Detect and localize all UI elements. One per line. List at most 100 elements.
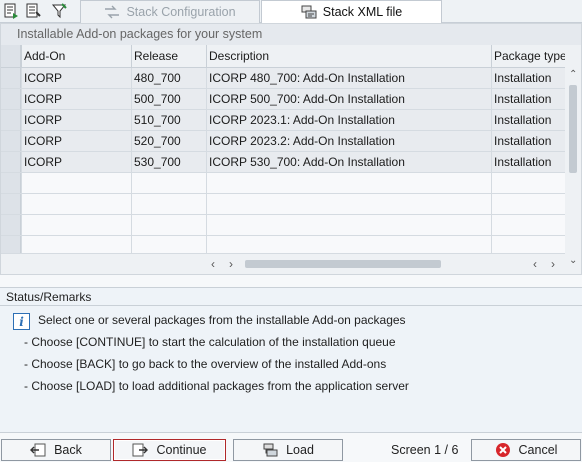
status-message: - Choose [LOAD] to load additional packa…: [24, 379, 409, 393]
scroll-right-end-icon[interactable]: ›: [551, 257, 555, 271]
horizontal-scrollbar[interactable]: ‹ › ‹ ›: [205, 256, 565, 272]
load-button[interactable]: Load: [233, 439, 343, 461]
cell-description: ICORP 2023.1: Add-On Installation: [206, 110, 491, 130]
cell-release: 480_700: [131, 68, 206, 88]
cell-release: 530_700: [131, 152, 206, 172]
row-selector: [1, 236, 21, 253]
scroll-left-end-icon[interactable]: ‹: [533, 257, 537, 271]
empty-cell: [21, 194, 131, 214]
empty-row: [1, 215, 565, 236]
top-toolbar: Stack Configuration Stack XML file: [0, 0, 582, 23]
table-row[interactable]: ICORP 480_700 ICORP 480_700: Add-On Inst…: [1, 68, 565, 89]
table-row[interactable]: ICORP 530_700 ICORP 530_700: Add-On Inst…: [1, 152, 565, 173]
divider: [0, 305, 582, 306]
cell-release: 500_700: [131, 89, 206, 109]
empty-row: [1, 173, 565, 194]
empty-cell: [206, 173, 491, 193]
cell-addon: ICORP: [21, 152, 131, 172]
status-remarks-panel: Status/Remarks i Select one or several p…: [0, 287, 582, 433]
cell-addon: ICORP: [21, 110, 131, 130]
row-selector[interactable]: [1, 110, 21, 130]
empty-cell: [206, 236, 491, 253]
scroll-right-icon[interactable]: ›: [229, 257, 233, 271]
scroll-down-icon[interactable]: ⌄: [569, 255, 577, 266]
cell-release: 520_700: [131, 131, 206, 151]
scroll-up-icon[interactable]: ⌃: [569, 69, 577, 80]
row-selector: [1, 173, 21, 193]
empty-cell: [21, 236, 131, 253]
xml-file-icon: [301, 5, 317, 19]
cell-description: ICORP 480_700: Add-On Installation: [206, 68, 491, 88]
back-label: Back: [54, 443, 82, 457]
column-header-package-type[interactable]: Package type: [491, 45, 565, 67]
vertical-scroll-thumb[interactable]: [569, 85, 577, 173]
back-arrow-icon: [30, 443, 46, 457]
cell-description: ICORP 500_700: Add-On Installation: [206, 89, 491, 109]
cancel-icon: [495, 443, 510, 457]
tab-stack-xml-file[interactable]: Stack XML file: [261, 0, 442, 23]
filter-icon[interactable]: [51, 2, 69, 20]
continue-arrow-icon: [132, 443, 149, 457]
footer-bar: Back Continue Load Screen 1 / 6 Cancel: [0, 437, 582, 462]
column-header-addon[interactable]: Add-On: [21, 45, 131, 67]
cell-package-type: Installation: [491, 68, 565, 88]
table-row[interactable]: ICORP 520_700 ICORP 2023.2: Add-On Insta…: [1, 131, 565, 152]
row-selector[interactable]: [1, 152, 21, 172]
cell-package-type: Installation: [491, 110, 565, 130]
continue-button[interactable]: Continue: [113, 439, 226, 461]
empty-cell: [491, 236, 565, 253]
tab-label: Stack XML file: [322, 5, 403, 19]
empty-row: [1, 194, 565, 215]
status-title: Status/Remarks: [6, 290, 92, 304]
empty-cell: [21, 173, 131, 193]
load-server-icon: [263, 443, 278, 457]
cell-description: ICORP 2023.2: Add-On Installation: [206, 131, 491, 151]
cell-package-type: Installation: [491, 89, 565, 109]
cell-addon: ICORP: [21, 131, 131, 151]
export-list-icon[interactable]: [3, 2, 21, 20]
tab-label: Stack Configuration: [126, 5, 236, 19]
cell-package-type: Installation: [491, 131, 565, 151]
status-message: - Choose [BACK] to go back to the overvi…: [24, 357, 387, 371]
empty-row: [1, 236, 565, 254]
status-message: Select one or several packages from the …: [38, 313, 406, 327]
row-selector[interactable]: [1, 131, 21, 151]
row-selector[interactable]: [1, 89, 21, 109]
row-selector[interactable]: [1, 68, 21, 88]
empty-cell: [491, 194, 565, 214]
scroll-left-icon[interactable]: ‹: [211, 257, 215, 271]
vertical-scrollbar[interactable]: ⌃ ⌄: [565, 45, 581, 273]
table-row[interactable]: ICORP 510_700 ICORP 2023.1: Add-On Insta…: [1, 110, 565, 131]
cell-package-type: Installation: [491, 152, 565, 172]
row-selector: [1, 215, 21, 235]
status-message: - Choose [CONTINUE] to start the calcula…: [24, 335, 396, 349]
column-header-description[interactable]: Description: [206, 45, 491, 67]
tab-stack-configuration[interactable]: Stack Configuration: [80, 0, 260, 23]
empty-cell: [131, 194, 206, 214]
table-title: Installable Add-on packages for your sys…: [1, 24, 581, 45]
cell-release: 510_700: [131, 110, 206, 130]
row-selector: [1, 194, 21, 214]
document-details-icon[interactable]: [24, 2, 42, 20]
empty-cell: [206, 194, 491, 214]
back-button[interactable]: Back: [1, 439, 111, 461]
cell-addon: ICORP: [21, 89, 131, 109]
select-all-corner[interactable]: [1, 45, 21, 67]
load-label: Load: [286, 443, 314, 457]
cancel-label: Cancel: [518, 443, 558, 457]
cancel-button[interactable]: Cancel: [471, 439, 581, 461]
cell-addon: ICORP: [21, 68, 131, 88]
empty-cell: [491, 215, 565, 235]
continue-label: Continue: [156, 443, 207, 457]
column-header-release[interactable]: Release: [131, 45, 206, 67]
stack-arrows-icon: [105, 5, 120, 19]
table-header: Add-On Release Description Package type: [1, 45, 565, 68]
cell-description: ICORP 530_700: Add-On Installation: [206, 152, 491, 172]
screen-counter: Screen 1 / 6: [391, 443, 459, 457]
table-row[interactable]: ICORP 500_700 ICORP 500_700: Add-On Inst…: [1, 89, 565, 110]
addon-packages-table: Installable Add-on packages for your sys…: [0, 23, 582, 275]
horizontal-scroll-thumb[interactable]: [245, 260, 441, 268]
empty-cell: [131, 236, 206, 253]
empty-cell: [491, 173, 565, 193]
empty-cell: [131, 173, 206, 193]
